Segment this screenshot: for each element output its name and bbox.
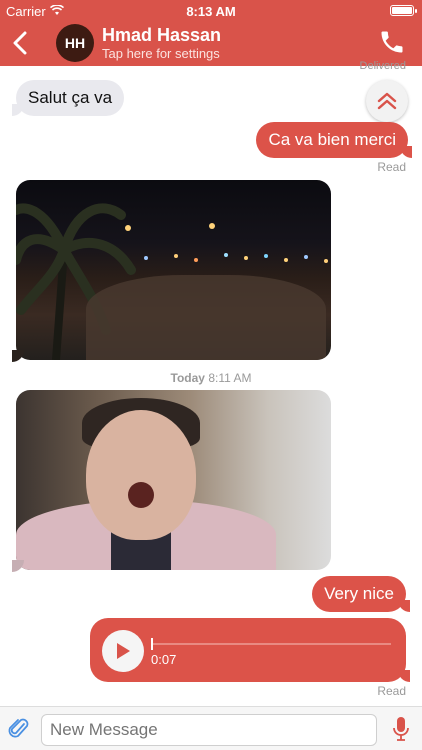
message-timestamp: Today 8:11 AM <box>0 371 422 385</box>
mouth-image-part <box>128 482 154 508</box>
read-status: Read <box>377 684 406 698</box>
audio-duration: 0:07 <box>151 652 177 667</box>
road-image-part <box>86 275 326 360</box>
phone-call-icon[interactable] <box>378 28 406 56</box>
microphone-icon[interactable] <box>392 716 410 742</box>
settings-hint[interactable]: Tap here for settings <box>102 46 220 61</box>
status-time: 8:13 AM <box>186 4 236 19</box>
contact-name[interactable]: Hmad Hassan <box>102 25 221 46</box>
play-button[interactable] <box>102 630 144 672</box>
outgoing-message[interactable]: Ca va bien merci <box>256 122 412 158</box>
city-lights-image-part <box>125 223 328 263</box>
face-image-part <box>86 410 196 540</box>
image-bubble-tail <box>12 350 24 362</box>
scroll-to-top-button[interactable] <box>366 80 408 122</box>
message-input[interactable] <box>41 714 377 746</box>
play-icon <box>117 643 130 659</box>
back-chevron-icon[interactable] <box>10 31 30 55</box>
timestamp-day: Today <box>170 371 205 385</box>
chat-header: Carrier 8:13 AM HH Hmad Hassan Tap here … <box>0 0 422 66</box>
status-bar: Carrier 8:13 AM <box>0 0 422 22</box>
image-bubble-tail <box>12 560 24 572</box>
timestamp-time: 8:11 AM <box>208 371 252 385</box>
voice-message[interactable]: 0:07 <box>90 618 410 682</box>
outgoing-message[interactable]: Very nice <box>312 576 410 612</box>
double-chevron-up-icon <box>377 92 397 110</box>
image-message-man-portrait[interactable] <box>16 390 331 570</box>
read-status: Read <box>377 160 406 174</box>
message-composer <box>0 706 422 750</box>
paperclip-icon[interactable] <box>8 717 30 741</box>
delivered-status: Delivered <box>359 60 406 72</box>
image-message-night-street[interactable] <box>16 180 331 360</box>
incoming-message[interactable]: Salut ça va <box>11 80 125 116</box>
battery-icon <box>390 5 417 16</box>
contact-avatar[interactable]: HH <box>56 24 94 62</box>
audio-progress-track[interactable] <box>151 638 391 650</box>
